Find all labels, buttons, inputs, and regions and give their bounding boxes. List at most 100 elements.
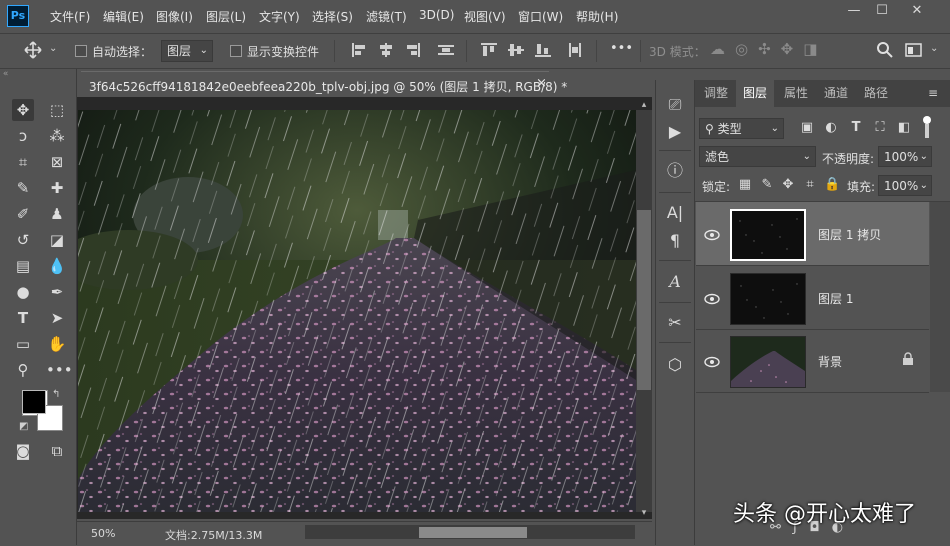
marquee-tool-icon[interactable]: ⬚	[46, 99, 68, 121]
layer-name[interactable]: 图层 1	[818, 290, 853, 307]
layer-lock-icon[interactable]	[902, 351, 914, 370]
document-size[interactable]: 文档:2.75M/13.3M	[165, 527, 262, 543]
rain-path-photo[interactable]	[78, 110, 636, 512]
eye-icon[interactable]	[704, 290, 720, 305]
panel-menu-icon[interactable]: ≡	[928, 86, 938, 100]
eye-icon[interactable]	[704, 226, 720, 241]
tab-channels[interactable]: 通道	[817, 80, 855, 107]
menu-layer[interactable]: 图层(L)	[206, 8, 246, 25]
filter-shape-icon[interactable]: ⛶	[872, 120, 888, 136]
default-colors-icon[interactable]: ◩	[19, 421, 28, 432]
toolbar-collapse-icon[interactable]: «	[0, 69, 76, 79]
edit-toolbar-icon[interactable]: •••	[46, 359, 73, 381]
filter-smart-object-icon[interactable]: ◧	[896, 120, 912, 136]
lock-transparent-icon[interactable]: ▦	[737, 177, 753, 193]
eyedropper-tool-icon[interactable]: ✎	[12, 177, 34, 199]
glyphs-panel-icon[interactable]: A	[664, 271, 686, 293]
tab-paths[interactable]: 路径	[857, 80, 895, 107]
filter-adjustment-icon[interactable]: ◐	[823, 120, 839, 136]
menu-image[interactable]: 图像(I)	[156, 8, 193, 25]
zoom-tool-icon[interactable]: ⚲	[12, 359, 34, 381]
layer-row-copy[interactable]: 图层 1 拷贝	[696, 202, 929, 266]
layer-thumbnail[interactable]	[730, 336, 806, 388]
chevron-down-icon[interactable]: ⌄	[930, 43, 938, 54]
align-vcenter-icon[interactable]	[507, 42, 525, 62]
minimize-button[interactable]: —	[842, 4, 866, 18]
menu-view[interactable]: 视图(V)	[464, 8, 506, 25]
auto-select-target-dropdown[interactable]: 图层 ⌄	[161, 40, 213, 62]
layer-row-background[interactable]: 背景	[696, 329, 929, 393]
move-tool-preset-icon[interactable]	[22, 40, 44, 60]
healing-brush-tool-icon[interactable]: ✚	[46, 177, 68, 199]
menu-file[interactable]: 文件(F)	[50, 8, 90, 25]
preset-dropdown-icon[interactable]: ⌄	[49, 43, 57, 54]
menu-help[interactable]: 帮助(H)	[576, 8, 618, 25]
filter-pixel-icon[interactable]: ▣	[799, 120, 815, 136]
align-bottom-icon[interactable]	[534, 42, 552, 62]
layer-name[interactable]: 图层 1 拷贝	[818, 226, 881, 243]
tool-presets-icon[interactable]: ✂	[664, 312, 686, 334]
align-vertical-distribute-icon[interactable]	[437, 42, 455, 62]
eye-icon[interactable]	[704, 353, 720, 368]
3d-camera-icon[interactable]: ◨	[803, 40, 827, 58]
layers-scrollbar[interactable]	[930, 202, 950, 392]
align-hcenter-icon[interactable]	[377, 42, 395, 62]
zoom-level[interactable]: 50%	[91, 527, 115, 540]
lasso-tool-icon[interactable]: ↄ	[12, 125, 34, 147]
character-panel-icon[interactable]: A|	[664, 202, 686, 224]
crop-tool-icon[interactable]: ⌗	[12, 151, 34, 173]
align-left-icon[interactable]	[350, 42, 368, 62]
brush-tool-icon[interactable]: ✐	[12, 203, 34, 225]
3d-orbit-icon[interactable]: ☁	[710, 40, 735, 58]
vertical-scrollbar-thumb[interactable]	[637, 210, 651, 390]
layer-name[interactable]: 背景	[818, 353, 842, 370]
workspace-icon[interactable]	[905, 42, 923, 62]
scroll-up-icon[interactable]: ▴	[637, 100, 651, 110]
photoshop-logo[interactable]: Ps	[7, 5, 29, 27]
3d-drag-icon[interactable]: ✣	[758, 40, 781, 58]
distribute-horizontal-icon[interactable]	[566, 42, 584, 62]
info-panel-icon[interactable]: ⓘ	[664, 160, 686, 182]
magic-wand-tool-icon[interactable]: ⁂	[46, 125, 68, 147]
auto-select-checkbox[interactable]	[75, 45, 87, 57]
menu-3d[interactable]: 3D(D)	[419, 8, 454, 22]
horizontal-scrollbar-thumb[interactable]	[419, 527, 527, 538]
3d-roll-icon[interactable]: ◎	[735, 40, 758, 58]
menu-window[interactable]: 窗口(W)	[518, 8, 563, 25]
pen-tool-icon[interactable]: ✒	[46, 281, 68, 303]
move-tool-icon[interactable]: ✥	[12, 99, 34, 121]
menu-select[interactable]: 选择(S)	[312, 8, 353, 25]
swap-colors-icon[interactable]: ↰	[52, 389, 60, 400]
hand-tool-icon[interactable]: ✋	[46, 333, 68, 355]
menu-type[interactable]: 文字(Y)	[259, 8, 300, 25]
layer-filter-dropdown[interactable]: ⚲ 类型 ⌄	[699, 118, 784, 139]
history-panel-icon[interactable]: ⎚	[664, 94, 686, 116]
3d-slide-icon[interactable]: ✥	[781, 40, 804, 58]
paragraph-panel-icon[interactable]: ¶	[664, 230, 686, 252]
gradient-tool-icon[interactable]: ▤	[12, 255, 34, 277]
frame-tool-icon[interactable]: ⊠	[46, 151, 68, 173]
close-document-icon[interactable]: ×	[536, 76, 547, 91]
type-tool-icon[interactable]: T	[12, 307, 34, 329]
filter-type-icon[interactable]: T	[848, 120, 864, 136]
maximize-button[interactable]: ☐	[870, 4, 894, 18]
path-selection-tool-icon[interactable]: ➤	[46, 307, 68, 329]
fill-input[interactable]: 100% ⌄	[878, 175, 932, 196]
lock-all-icon[interactable]: 🔒	[824, 177, 840, 193]
layer-thumbnail[interactable]	[730, 209, 806, 261]
3d-panel-icon[interactable]: ⬡	[664, 354, 686, 376]
search-icon[interactable]	[876, 41, 894, 63]
dodge-tool-icon[interactable]: ●	[12, 281, 34, 303]
blend-mode-dropdown[interactable]: 滤色 ⌄	[699, 146, 816, 167]
lock-artboard-icon[interactable]: ⌗	[802, 177, 818, 193]
menu-edit[interactable]: 编辑(E)	[103, 8, 144, 25]
align-top-icon[interactable]	[480, 42, 498, 62]
layer-thumbnail[interactable]	[730, 273, 806, 325]
3d-mode-icons[interactable]: ☁◎✣✥◨	[710, 40, 827, 58]
screen-mode-icon[interactable]: ⧉	[46, 440, 68, 462]
blur-tool-icon[interactable]: 💧	[46, 255, 68, 277]
tab-properties[interactable]: 属性	[777, 80, 815, 107]
eraser-tool-icon[interactable]: ◪	[46, 229, 68, 251]
menu-filter[interactable]: 滤镜(T)	[366, 8, 407, 25]
layer-row-layer1[interactable]: 图层 1	[696, 266, 929, 330]
